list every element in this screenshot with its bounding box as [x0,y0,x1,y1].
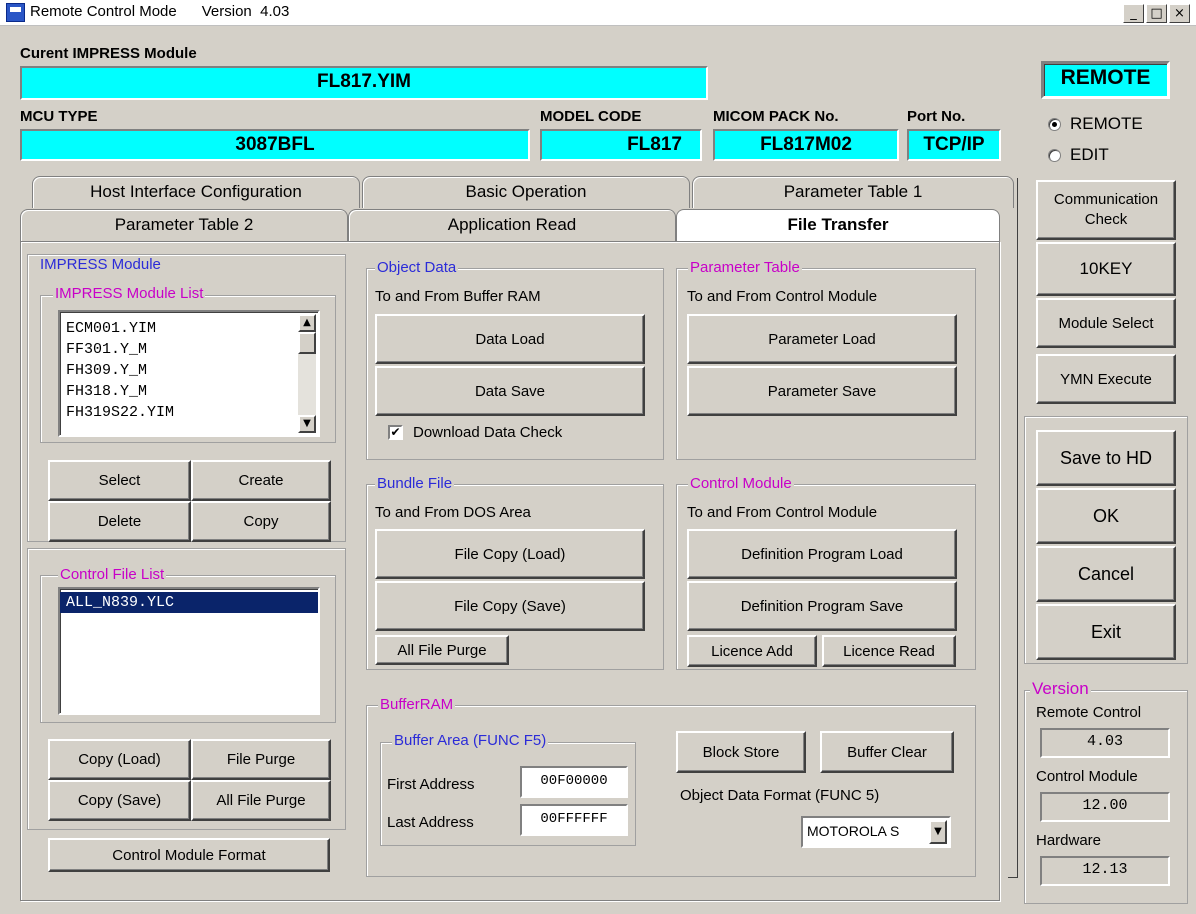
current-module-label: Curent IMPRESS Module [20,45,197,62]
impress-module-list-title: IMPRESS Module List [53,285,206,302]
app-icon [6,3,25,22]
select-button[interactable]: Select [48,460,191,501]
copy-button[interactable]: Copy [191,501,331,542]
port-label: Port No. [907,108,966,125]
definition-program-save-button[interactable]: Definition Program Save [687,581,957,631]
model-code-label: MODEL CODE [540,108,642,125]
last-address-input[interactable]: 00FFFFFF [520,804,628,836]
parameter-table-subtitle: To and From Control Module [687,288,878,305]
last-address-label: Last Address [387,814,474,831]
copy-load-button[interactable]: Copy (Load) [48,739,191,780]
tab-parameter-table-1[interactable]: Parameter Table 1 [692,176,1014,208]
control-file-title: Control File List [58,566,167,583]
control-module-version-value: 12.00 [1040,792,1170,822]
current-module-value: FL817.YIM [20,66,708,100]
file-purge-button[interactable]: File Purge [191,739,331,780]
model-code-value: FL817 [540,129,702,161]
impress-module-title: IMPRESS Module [38,256,163,273]
all-file-purge-button[interactable]: All File Purge [191,780,331,821]
mcu-type-label: MCU TYPE [20,108,98,125]
parameter-save-button[interactable]: Parameter Save [687,366,957,416]
tab-parameter-table-2[interactable]: Parameter Table 2 [20,209,348,241]
object-data-format-label: Object Data Format (FUNC 5) [680,787,880,804]
file-copy-save-button[interactable]: File Copy (Save) [375,581,645,631]
save-to-hd-button[interactable]: Save to HD [1036,430,1176,486]
control-module-title: Control Module [688,475,794,492]
mode-banner: REMOTE [1041,61,1170,99]
tab-basic-operation[interactable]: Basic Operation [362,176,690,208]
remote-control-version-label: Remote Control [1036,704,1142,721]
parameter-table-title: Parameter Table [688,259,802,276]
data-save-button[interactable]: Data Save [375,366,645,416]
tab-application-read[interactable]: Application Read [348,209,676,241]
radio-remote[interactable] [1048,118,1061,131]
tenkey-button[interactable]: 10KEY [1036,242,1176,296]
download-data-check-label[interactable]: Download Data Check [413,424,562,441]
list-item[interactable]: FH318.Y_M [60,381,318,402]
buffer-area-title: Buffer Area (FUNC F5) [392,732,549,749]
close-button[interactable]: × [1169,4,1190,23]
parameter-load-button[interactable]: Parameter Load [687,314,957,364]
chevron-down-icon[interactable]: ▼ [929,820,947,844]
list-item[interactable]: ALL_N839.YLC [60,592,318,613]
list-item[interactable]: ECM001.YIM [60,318,318,339]
download-data-checkbox[interactable]: ✔ [388,425,403,440]
module-select-button[interactable]: Module Select [1036,298,1176,348]
remote-control-version-value: 4.03 [1040,728,1170,758]
create-button[interactable]: Create [191,460,331,501]
hardware-version-value: 12.13 [1040,856,1170,886]
list-item[interactable]: FH309.Y_M [60,360,318,381]
delete-button[interactable]: Delete [48,501,191,542]
block-store-button[interactable]: Block Store [676,731,806,773]
first-address-label: First Address [387,776,475,793]
object-data-title: Object Data [375,259,459,276]
ok-button[interactable]: OK [1036,488,1176,544]
radio-edit-label[interactable]: EDIT [1070,145,1109,165]
control-file-list[interactable]: ALL_N839.YLC [58,587,320,715]
communication-check-button[interactable]: Communication Check [1036,180,1176,240]
object-data-subtitle: To and From Buffer RAM [375,288,541,305]
version-title: Version [1030,679,1091,699]
licence-read-button[interactable]: Licence Read [822,635,956,667]
radio-remote-label[interactable]: REMOTE [1070,114,1143,134]
first-address-input[interactable]: 00F00000 [520,766,628,798]
list-item[interactable]: FF301.Y_M [60,339,318,360]
list-item[interactable]: FH319S22.YIM [60,402,318,423]
radio-edit[interactable] [1048,149,1061,162]
file-copy-load-button[interactable]: File Copy (Load) [375,529,645,579]
tab-file-transfer[interactable]: File Transfer [676,209,1000,243]
bundle-file-subtitle: To and From DOS Area [375,504,531,521]
scroll-down-icon[interactable]: ▼ [298,415,316,433]
window-title: Remote Control Mode Version 4.03 [30,3,290,20]
bundle-file-title: Bundle File [375,475,455,492]
micom-pack-value: FL817M02 [713,129,899,161]
data-load-button[interactable]: Data Load [375,314,645,364]
mcu-type-value: 3087BFL [20,129,530,161]
licence-add-button[interactable]: Licence Add [687,635,817,667]
hardware-version-label: Hardware [1036,832,1102,849]
exit-button[interactable]: Exit [1036,604,1176,660]
minimize-button[interactable]: _ [1123,4,1144,23]
tab-frame-edge [1008,178,1018,878]
scroll-thumb[interactable] [298,332,316,354]
control-module-format-button[interactable]: Control Module Format [48,838,330,872]
tab-host-interface[interactable]: Host Interface Configuration [32,176,360,208]
port-value: TCP/IP [907,129,1001,161]
copy-save-button[interactable]: Copy (Save) [48,780,191,821]
buffer-clear-button[interactable]: Buffer Clear [820,731,954,773]
control-module-subtitle: To and From Control Module [687,504,878,521]
definition-program-load-button[interactable]: Definition Program Load [687,529,957,579]
buffer-ram-title: BufferRAM [378,696,456,713]
scroll-up-icon[interactable]: ▲ [298,314,316,332]
cancel-button[interactable]: Cancel [1036,546,1176,602]
ymn-execute-button[interactable]: YMN Execute [1036,354,1176,404]
maximize-button[interactable]: □ [1146,4,1167,23]
control-module-version-label: Control Module [1036,768,1138,785]
micom-pack-label: MICOM PACK No. [713,108,839,125]
impress-module-list[interactable]: ECM001.YIM FF301.Y_M FH309.Y_M FH318.Y_M… [58,310,320,437]
bundle-all-file-purge-button[interactable]: All File Purge [375,635,509,665]
